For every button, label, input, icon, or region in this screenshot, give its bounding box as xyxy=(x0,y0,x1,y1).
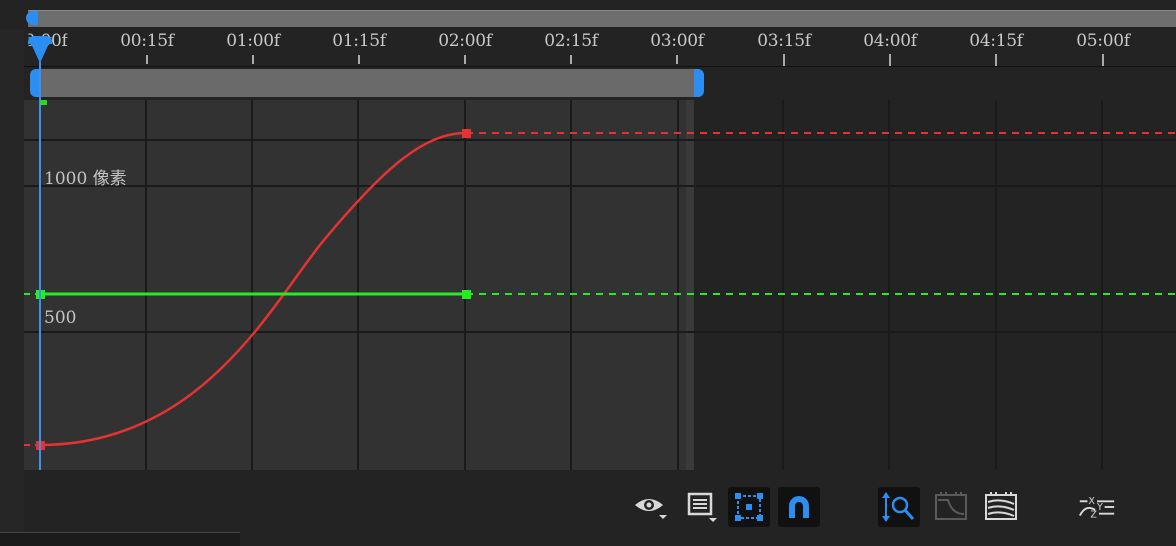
work-area-end-handle[interactable] xyxy=(694,69,704,97)
red-keyframe[interactable] xyxy=(462,129,471,138)
ruler-label: 02:00f xyxy=(438,31,492,51)
value-label-1000: 1000 像素 xyxy=(44,169,127,189)
graph-canvas[interactable] xyxy=(24,100,1176,470)
transform-box-icon[interactable] xyxy=(728,487,770,527)
ruler-tick xyxy=(464,55,466,64)
separate-dimensions-icon[interactable]: X Y Z xyxy=(1076,487,1118,527)
grid-horizontal xyxy=(24,139,1176,333)
lower-panel-edge xyxy=(0,532,240,546)
ruler-tick xyxy=(252,55,254,64)
ruler-tick xyxy=(570,55,572,64)
current-time-indicator-head[interactable] xyxy=(28,37,52,63)
list-icon[interactable] xyxy=(680,487,722,527)
value-label-500: 500 xyxy=(44,308,77,328)
time-navigator-bar[interactable] xyxy=(28,10,1176,27)
ruler-label: 03:00f xyxy=(650,31,704,51)
ruler-label: 05:00f xyxy=(1076,31,1130,51)
ruler-tick xyxy=(146,55,148,64)
ruler-label: 04:15f xyxy=(969,31,1023,51)
ruler-label: 01:00f xyxy=(226,31,280,51)
graph-area[interactable]: 1000 像素 500 xyxy=(24,100,1176,470)
ruler-tick xyxy=(358,55,360,64)
time-navigator-start-handle[interactable] xyxy=(26,11,38,25)
left-gutter xyxy=(0,30,25,546)
svg-text:Z: Z xyxy=(1090,510,1097,521)
ruler-label: 00:15f xyxy=(120,31,174,51)
graph-editor-panel: 0:00f 00:15f 01:00f 01:15f 02:00f 02:15f… xyxy=(0,0,1176,546)
green-keyframe[interactable] xyxy=(462,290,471,299)
graph-fit-icon[interactable] xyxy=(930,487,972,527)
work-area-row xyxy=(24,66,1176,101)
ruler-label: 02:15f xyxy=(544,31,598,51)
eye-icon[interactable] xyxy=(628,487,670,527)
playhead-keyframe-marker xyxy=(40,100,47,105)
curves-icon[interactable] xyxy=(980,487,1022,527)
snap-magnet-icon[interactable] xyxy=(778,487,820,527)
zoom-fit-icon[interactable] xyxy=(878,487,920,527)
ruler-label: 03:15f xyxy=(757,31,811,51)
time-navigator xyxy=(0,0,1176,30)
work-area-bar[interactable] xyxy=(36,69,700,97)
ruler-tick xyxy=(676,55,678,64)
time-ruler[interactable]: 0:00f 00:15f 01:00f 01:15f 02:00f 02:15f… xyxy=(24,30,1176,76)
ruler-label: 04:00f xyxy=(863,31,917,51)
svg-text:Y: Y xyxy=(1096,502,1103,513)
ruler-label: 01:15f xyxy=(332,31,386,51)
current-time-indicator-line[interactable] xyxy=(39,44,41,470)
svg-text:X: X xyxy=(1088,496,1095,507)
